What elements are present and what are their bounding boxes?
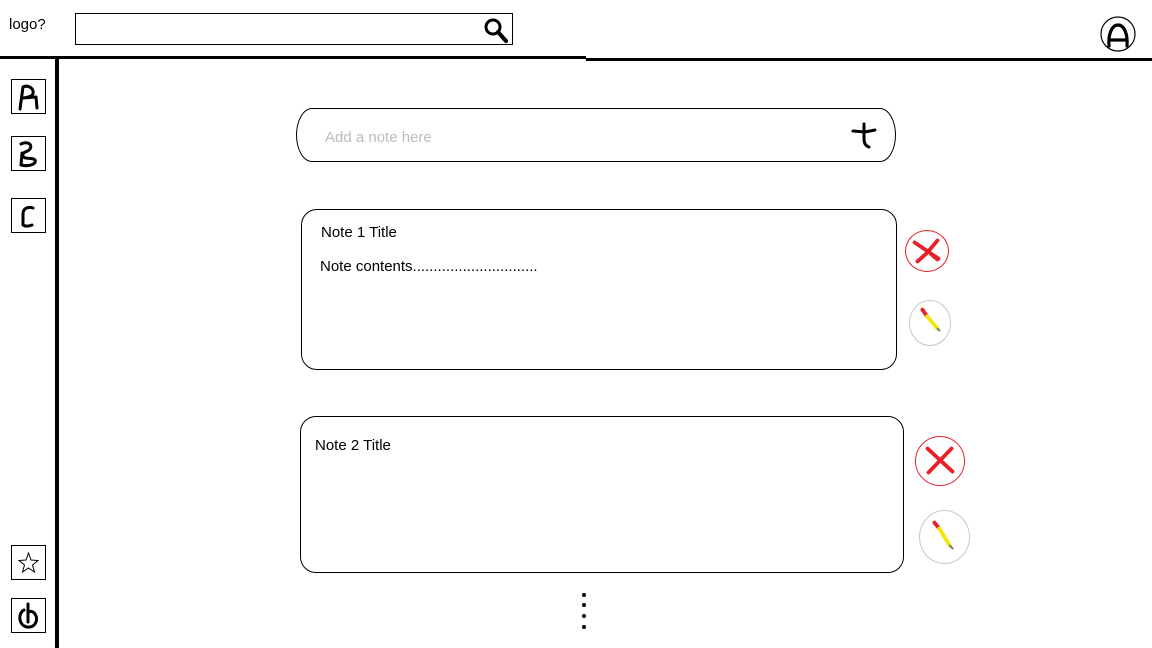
search-bar[interactable]	[75, 13, 513, 45]
note-title: Note 2 Title	[315, 437, 391, 454]
close-icon	[912, 238, 941, 264]
delete-note-button[interactable]	[905, 230, 949, 272]
sidebar-divider	[55, 59, 59, 648]
search-icon[interactable]	[480, 15, 510, 45]
add-note-input[interactable]	[323, 125, 827, 149]
search-input[interactable]	[80, 18, 484, 42]
sidebar-item-star[interactable]	[11, 545, 46, 580]
sidebar-item-power[interactable]	[11, 598, 46, 633]
close-icon	[925, 446, 955, 475]
note-card[interactable]: Note 1 Title Note contents..............…	[301, 209, 897, 370]
plus-icon[interactable]	[849, 121, 879, 151]
user-avatar-icon[interactable]	[1100, 16, 1136, 52]
power-icon	[18, 602, 39, 629]
sidebar-item-b[interactable]	[11, 136, 46, 171]
letter-c-icon	[21, 205, 35, 228]
add-note-bar[interactable]	[296, 108, 896, 162]
edit-note-button[interactable]	[919, 510, 970, 564]
star-icon	[17, 551, 40, 574]
note-title: Note 1 Title	[321, 224, 397, 241]
sidebar-item-c[interactable]	[11, 198, 46, 233]
pencil-icon	[920, 307, 941, 332]
letter-a-icon	[18, 84, 39, 111]
note-contents: Note contents...........................…	[320, 258, 538, 275]
sidebar-item-a[interactable]	[11, 79, 46, 114]
letter-b-icon	[19, 141, 37, 168]
delete-note-button[interactable]	[915, 436, 965, 486]
header-divider	[0, 56, 586, 59]
header-divider-right	[586, 58, 1152, 61]
pencil-icon	[932, 520, 954, 550]
edit-note-button[interactable]	[909, 300, 951, 346]
more-vertical-icon[interactable]	[574, 590, 594, 634]
logo: logo?	[9, 16, 46, 33]
note-card[interactable]: Note 2 Title	[300, 416, 904, 573]
